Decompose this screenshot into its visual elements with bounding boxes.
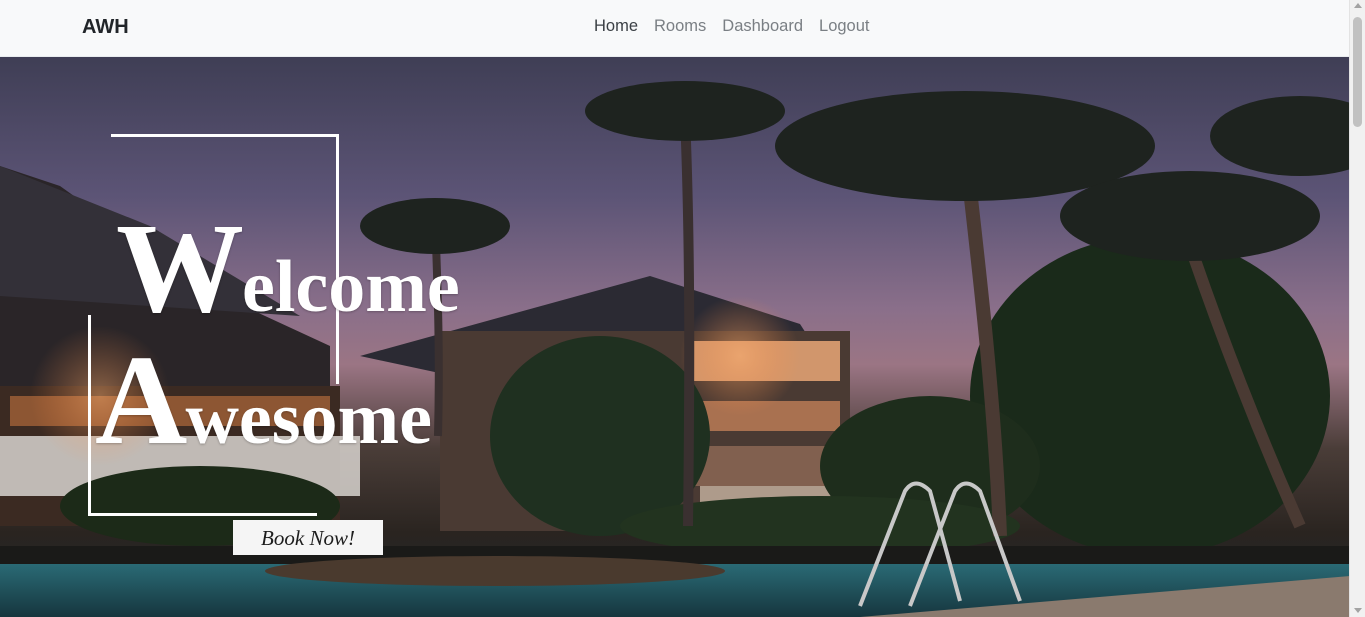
awesome-rest: wesome: [185, 378, 433, 460]
scroll-down-arrow-icon[interactable]: [1354, 608, 1362, 613]
page-scrollbar[interactable]: [1349, 0, 1365, 617]
main-nav: Home Rooms Dashboard Logout: [586, 17, 877, 36]
brand-logo-link[interactable]: AWH: [82, 16, 129, 39]
welcome-rest: elcome: [242, 246, 460, 328]
nav-link-rooms[interactable]: Rooms: [646, 17, 714, 36]
nav-link-logout[interactable]: Logout: [811, 17, 877, 36]
book-now-button[interactable]: Book Now!: [233, 520, 383, 555]
navbar: AWH Home Rooms Dashboard Logout: [0, 0, 1350, 57]
hero-section: Welcome Awesome Book Now!: [0, 56, 1350, 617]
nav-link-home[interactable]: Home: [586, 17, 646, 36]
hero-heading-welcome: Welcome: [116, 204, 460, 332]
awesome-initial: A: [95, 329, 187, 471]
scroll-thumb[interactable]: [1353, 17, 1362, 127]
scroll-up-arrow-icon[interactable]: [1354, 3, 1362, 8]
page: AWH Home Rooms Dashboard Logout Welcome …: [0, 0, 1365, 617]
nav-link-dashboard[interactable]: Dashboard: [714, 17, 811, 36]
hero-heading-awesome: Awesome: [95, 336, 432, 464]
welcome-initial: W: [116, 197, 244, 339]
